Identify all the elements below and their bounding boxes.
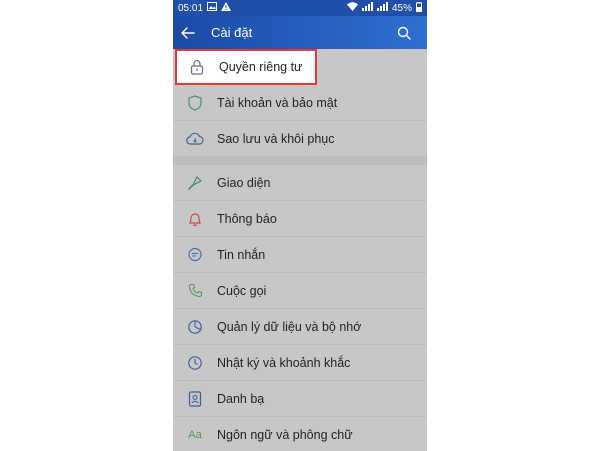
clock-icon [186,354,204,372]
page-title: Cài đặt [211,25,253,40]
settings-item-privacy[interactable]: Quyền riêng tư [175,49,317,85]
app-bar: Cài đặt [173,16,427,49]
settings-item-messages[interactable]: Tin nhắn [173,237,427,273]
settings-item-appearance[interactable]: Giao diện [173,165,427,201]
settings-item-label: Quản lý dữ liệu và bộ nhớ [217,319,362,334]
settings-item-label: Sao lưu và khôi phục [217,131,335,146]
settings-item-label: Quyền riêng tư [219,60,303,74]
arrow-left-icon[interactable] [181,26,207,39]
settings-item-calls[interactable]: Cuộc gọi [173,273,427,309]
settings-item-label: Tài khoản và bảo mật [217,95,338,110]
status-bar: 05:01 45% [173,0,427,16]
battery-icon [416,1,422,15]
settings-item-data-storage[interactable]: Quản lý dữ liệu và bộ nhớ [173,309,427,345]
settings-item-label: Giao diện [217,175,271,190]
settings-item-label: Thông báo [217,211,277,226]
settings-item-label: Nhật ký và khoảnh khắc [217,355,351,370]
shield-icon [186,94,204,112]
bell-icon [186,210,204,228]
pie-chart-icon [186,318,204,336]
settings-item-label: Tin nhắn [217,247,266,262]
status-time: 05:01 [178,2,204,14]
battery-percent: 45% [391,2,412,14]
settings-item-label: Danh bạ [217,391,265,406]
settings-item-diary-moments[interactable]: Nhật ký và khoảnh khắc [173,345,427,381]
settings-item-contacts[interactable]: Danh bạ [173,381,427,417]
settings-item-label: Cuộc gọi [217,283,267,298]
section-divider [173,157,427,165]
warning-icon [221,2,232,14]
settings-item-language-font[interactable]: Aa Ngôn ngữ và phông chữ [173,417,427,451]
font-icon: Aa [188,428,202,441]
signal-icon-2 [376,2,388,14]
phone-screen: 05:01 45% Cài đặt Quyền riêng tư Tài kho… [173,0,427,451]
settings-item-account-security[interactable]: Tài khoản và bảo mật [173,85,427,121]
settings-list: Quyền riêng tư Tài khoản và bảo mật Sao … [173,49,427,451]
chat-bubble-icon [186,246,204,264]
paint-brush-icon [186,174,204,192]
cloud-icon [186,130,204,148]
lock-icon [188,58,206,76]
settings-item-backup-restore[interactable]: Sao lưu và khôi phục [173,121,427,157]
settings-item-notifications[interactable]: Thông báo [173,201,427,237]
signal-icon [361,2,373,14]
contacts-icon [186,390,204,408]
search-icon[interactable] [397,26,419,40]
wifi-icon [346,2,358,14]
phone-icon [186,282,204,300]
image-notification-icon [207,2,218,14]
settings-item-label: Ngôn ngữ và phông chữ [217,427,353,442]
